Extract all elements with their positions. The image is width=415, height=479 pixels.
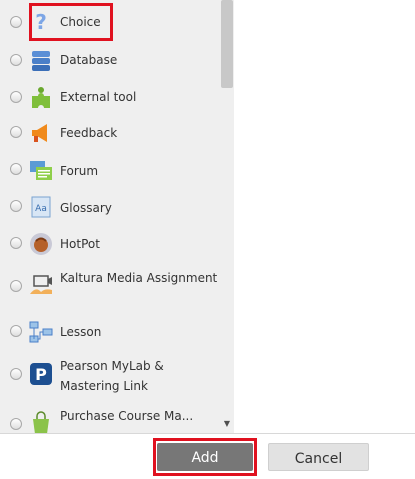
activity-item-forum[interactable]: Forum bbox=[0, 152, 220, 190]
scroll-down-arrow-icon[interactable]: ▼ bbox=[222, 419, 232, 429]
add-button[interactable]: Add bbox=[157, 443, 253, 471]
choice-highlight-box bbox=[29, 3, 113, 41]
purchase-course-icon bbox=[29, 411, 53, 433]
activity-item-purchase-course[interactable]: Purchase Course Ma... bbox=[0, 402, 220, 433]
radio-feedback[interactable] bbox=[10, 126, 22, 138]
forum-icon bbox=[29, 159, 53, 183]
activity-label: Kaltura Media Assignment bbox=[60, 271, 218, 285]
activity-item-database[interactable]: Database bbox=[0, 44, 220, 78]
database-icon bbox=[29, 49, 53, 73]
activity-item-glossary[interactable]: Aa Glossary bbox=[0, 190, 220, 226]
radio-database[interactable] bbox=[10, 54, 22, 66]
scrollbar-thumb[interactable] bbox=[221, 0, 233, 88]
svg-text:P: P bbox=[35, 365, 47, 384]
external-tool-icon bbox=[29, 86, 53, 110]
activity-label: External tool bbox=[60, 90, 137, 104]
radio-external-tool[interactable] bbox=[10, 91, 22, 103]
activity-label: Glossary bbox=[60, 201, 112, 215]
radio-pearson-link[interactable] bbox=[10, 368, 22, 380]
lesson-icon bbox=[29, 320, 53, 344]
pearson-icon: P bbox=[29, 362, 53, 386]
radio-purchase-course[interactable] bbox=[10, 418, 22, 430]
radio-hotpot[interactable] bbox=[10, 237, 22, 249]
activity-label: Pearson MyLab & Mastering Link bbox=[60, 359, 164, 393]
activity-item-external-tool[interactable]: External tool bbox=[0, 78, 220, 116]
activity-label: Purchase Course Ma... bbox=[60, 409, 194, 423]
cancel-button[interactable]: Cancel bbox=[268, 443, 369, 471]
feedback-icon bbox=[29, 121, 53, 145]
radio-lesson[interactable] bbox=[10, 325, 22, 337]
dialog-footer: Add Cancel bbox=[0, 433, 415, 479]
kaltura-media-icon bbox=[29, 274, 53, 298]
activity-item-hotpot[interactable]: HotPot bbox=[0, 226, 220, 262]
glossary-icon: Aa bbox=[29, 195, 53, 219]
activity-label: Forum bbox=[60, 164, 99, 178]
activity-item-feedback[interactable]: Feedback bbox=[0, 116, 220, 152]
activity-list-panel: ? Choice Database External tool Feedback… bbox=[0, 0, 234, 433]
radio-forum[interactable] bbox=[10, 163, 22, 175]
activity-item-kaltura-media-assignment[interactable]: Kaltura Media Assignment bbox=[0, 262, 220, 314]
hotpot-icon bbox=[29, 232, 53, 256]
radio-glossary[interactable] bbox=[10, 200, 22, 212]
activity-label: Database bbox=[60, 53, 118, 67]
activity-item-pearson-link[interactable]: P Pearson MyLab & Mastering Link bbox=[0, 350, 220, 402]
svg-text:Aa: Aa bbox=[35, 204, 47, 214]
radio-kaltura-media-assignment[interactable] bbox=[10, 280, 22, 292]
activity-label: HotPot bbox=[60, 237, 100, 251]
activity-label: Lesson bbox=[60, 325, 102, 339]
activity-label: Feedback bbox=[60, 126, 118, 140]
radio-choice[interactable] bbox=[10, 16, 22, 28]
list-scrollbar[interactable]: ▼ bbox=[220, 0, 234, 433]
activity-item-lesson[interactable]: Lesson bbox=[0, 314, 220, 350]
